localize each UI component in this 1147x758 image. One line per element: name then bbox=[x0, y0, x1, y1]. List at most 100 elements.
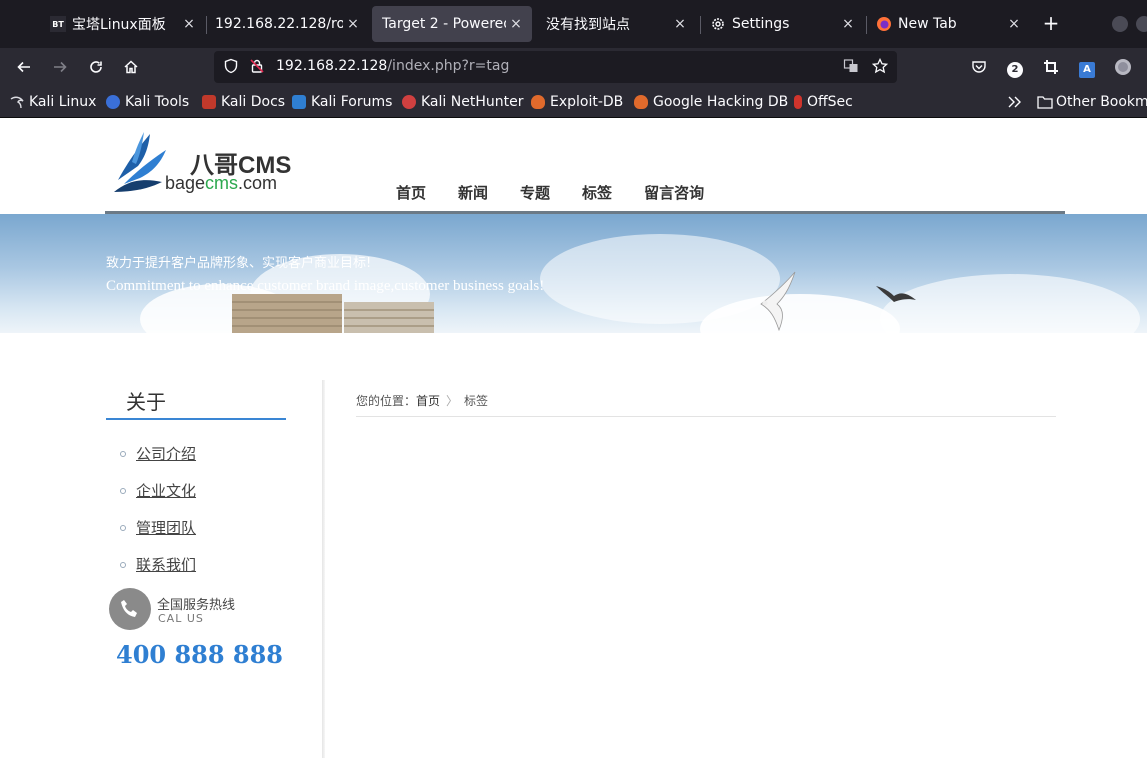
tab-title: 没有找到站点 bbox=[546, 17, 630, 33]
baota-favicon-icon: BT bbox=[50, 16, 66, 32]
hotline-label: 全国服务热线 bbox=[157, 598, 236, 613]
gear-icon bbox=[710, 16, 726, 32]
sidebar-item-label: 公司介绍 bbox=[136, 445, 197, 463]
bookmark-label: OffSec bbox=[807, 94, 853, 110]
bullet-icon bbox=[120, 450, 126, 457]
tab-title: 宝塔Linux面板 bbox=[72, 17, 166, 33]
crop-icon[interactable] bbox=[1038, 54, 1064, 80]
banner-slogan-cn: 致力于提升客户品牌形象、实现客户商业目标! bbox=[106, 256, 372, 271]
kali-docs-icon bbox=[202, 95, 216, 109]
bullet-icon bbox=[120, 561, 126, 568]
seagull-image bbox=[876, 286, 916, 302]
nav-home[interactable]: 首页 bbox=[380, 182, 442, 203]
bookmark-kali-forums[interactable]: Kali Forums bbox=[292, 93, 392, 111]
bookmark-offsec[interactable]: OffSec bbox=[794, 93, 853, 111]
main-nav: 首页 新闻 专题 标签 留言咨询 bbox=[380, 182, 720, 203]
tab-close-icon[interactable]: × bbox=[179, 16, 199, 32]
insecure-lock-icon[interactable] bbox=[248, 58, 266, 76]
tab-bar: BT 宝塔Linux面板 × 192.168.22.128/robo × Tar… bbox=[0, 0, 1147, 48]
pocket-icon[interactable] bbox=[966, 54, 992, 80]
bookmark-label: Google Hacking DB bbox=[653, 94, 789, 110]
bookmark-google-hacking-db[interactable]: Google Hacking DB bbox=[634, 93, 788, 111]
sidebar-item-label: 企业文化 bbox=[136, 482, 197, 500]
tab-site-not-found[interactable]: 没有找到站点 × bbox=[536, 6, 696, 42]
logo-domain-accent: cms bbox=[205, 173, 239, 193]
nav-topics[interactable]: 专题 bbox=[504, 182, 566, 203]
other-bookmarks-folder[interactable]: Other Bookma bbox=[1037, 93, 1147, 111]
web-page: 八哥CMS bagecms.com 首页 新闻 专题 标签 留言咨询 致力于提升… bbox=[0, 118, 1147, 758]
tab-title: New Tab bbox=[898, 16, 957, 32]
tab-robots[interactable]: 192.168.22.128/robo × bbox=[205, 6, 369, 42]
tab-target-2[interactable]: Target 2 - Powered × bbox=[372, 6, 532, 42]
tab-close-icon[interactable]: × bbox=[838, 16, 858, 32]
tab-baota[interactable]: BT 宝塔Linux面板 × bbox=[40, 6, 205, 42]
sidebar-item-contact[interactable]: 联系我们 bbox=[120, 554, 196, 575]
kali-forums-icon bbox=[292, 95, 306, 109]
nav-tags[interactable]: 标签 bbox=[566, 182, 628, 203]
sidebar-item-company-intro[interactable]: 公司介绍 bbox=[120, 443, 196, 464]
bullet-icon bbox=[120, 487, 126, 494]
breadcrumb-home-link[interactable]: 首页 bbox=[416, 392, 440, 409]
bookmark-kali-docs[interactable]: Kali Docs bbox=[202, 93, 285, 111]
hotline-sublabel: CAL US bbox=[158, 612, 204, 625]
exploit-db-icon bbox=[531, 95, 545, 109]
translate-icon[interactable] bbox=[842, 58, 860, 76]
banner-slogan-en: Commitment to enhance customer brand ima… bbox=[106, 278, 545, 294]
column-divider bbox=[322, 380, 325, 758]
shield-icon[interactable] bbox=[222, 58, 240, 76]
bookmark-label: Kali Tools bbox=[125, 94, 190, 110]
google-hacking-db-icon bbox=[634, 95, 648, 109]
extension-badge-button[interactable]: 2 bbox=[1002, 54, 1028, 80]
tab-close-icon[interactable]: × bbox=[1004, 16, 1024, 32]
site-header: 八哥CMS bagecms.com 首页 新闻 专题 标签 留言咨询 bbox=[0, 118, 1147, 214]
breadcrumb-current: 标签 bbox=[464, 394, 489, 408]
window-minimize-button[interactable] bbox=[1112, 16, 1128, 32]
sidebar-item-label: 联系我们 bbox=[136, 556, 197, 574]
bookmark-kali-nethunter[interactable]: Kali NetHunter bbox=[402, 93, 523, 111]
bookmarks-toolbar: Kali Linux Kali Tools Kali Docs Kali For… bbox=[0, 86, 1147, 118]
bookmark-label: Kali NetHunter bbox=[421, 94, 524, 110]
banner: 致力于提升客户品牌形象、实现客户商业目标! Commitment to enha… bbox=[0, 214, 1147, 333]
bookmark-star-icon[interactable] bbox=[871, 57, 889, 76]
sidebar-item-team[interactable]: 管理团队 bbox=[120, 517, 196, 538]
bookmark-exploit-db[interactable]: Exploit-DB bbox=[531, 93, 623, 111]
kali-nethunter-icon bbox=[402, 95, 416, 109]
new-tab-button[interactable]: + bbox=[1040, 12, 1062, 36]
home-button[interactable] bbox=[118, 54, 144, 80]
breadcrumb-prefix: 您的位置： bbox=[356, 394, 417, 408]
account-icon[interactable] bbox=[1110, 54, 1136, 80]
hotline-number: 400 888 888 bbox=[116, 640, 284, 669]
tab-close-icon[interactable]: × bbox=[506, 16, 526, 32]
bookmark-label: Kali Linux bbox=[29, 94, 97, 110]
kali-dragon-icon bbox=[10, 95, 24, 109]
bookmarks-overflow-chevron-icon[interactable] bbox=[1007, 93, 1023, 111]
tab-new-tab[interactable]: New Tab × bbox=[866, 6, 1030, 42]
reload-button[interactable] bbox=[83, 54, 109, 80]
tab-close-icon[interactable]: × bbox=[670, 16, 690, 32]
back-button[interactable] bbox=[11, 54, 37, 80]
bookmark-kali-linux[interactable]: Kali Linux bbox=[10, 93, 96, 111]
url-bar[interactable]: 192.168.22.128/index.php?r=tag bbox=[214, 51, 897, 83]
nav-news[interactable]: 新闻 bbox=[442, 182, 504, 203]
bookmark-kali-tools[interactable]: Kali Tools bbox=[106, 93, 189, 111]
nav-guestbook[interactable]: 留言咨询 bbox=[628, 182, 720, 203]
tab-title: 192.168.22.128/robo bbox=[215, 16, 343, 32]
translate-extension-icon[interactable]: A bbox=[1074, 54, 1100, 80]
sidebar-item-culture[interactable]: 企业文化 bbox=[120, 480, 196, 501]
breadcrumb: 您的位置： 首页 〉 标签 bbox=[356, 392, 488, 409]
tab-title: Settings bbox=[732, 16, 790, 32]
bookmark-label: Other Bookma bbox=[1056, 94, 1147, 110]
bullet-icon bbox=[120, 524, 126, 531]
forward-button[interactable] bbox=[47, 54, 73, 80]
sidebar-title: 关于 bbox=[126, 390, 166, 414]
tab-close-icon[interactable]: × bbox=[343, 16, 363, 32]
extension-badge-count: 2 bbox=[1007, 62, 1023, 78]
window-maximize-button[interactable] bbox=[1136, 16, 1147, 32]
firefox-icon bbox=[876, 16, 892, 32]
tab-settings[interactable]: Settings × bbox=[700, 6, 864, 42]
folder-icon bbox=[1037, 95, 1053, 109]
navigation-toolbar: 192.168.22.128/index.php?r=tag 2 A bbox=[0, 48, 1147, 86]
breadcrumb-separator: 〉 bbox=[446, 394, 459, 408]
logo-domain: bagecms.com bbox=[165, 173, 277, 194]
url-text[interactable]: 192.168.22.128/index.php?r=tag bbox=[276, 58, 509, 74]
